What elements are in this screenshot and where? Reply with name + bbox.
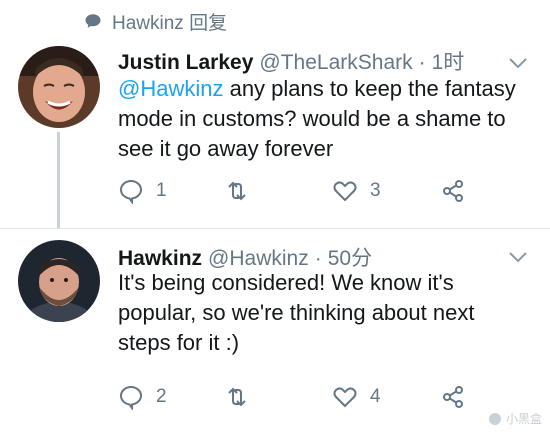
watermark-text: 小黑盒 <box>505 412 542 426</box>
author-name[interactable]: Justin Larkey <box>118 51 253 75</box>
like-count: 4 <box>370 386 381 407</box>
like-count: 3 <box>370 180 381 201</box>
share-button[interactable] <box>440 178 466 204</box>
retweet-icon <box>228 181 246 201</box>
tweet-text-segment: any plans to keep the fantasy <box>223 76 516 101</box>
speech-bubble-icon <box>85 14 101 28</box>
watermark-logo-icon <box>488 412 501 425</box>
chevron-down-icon[interactable] <box>508 56 528 70</box>
retweet-button[interactable] <box>224 384 262 410</box>
tweet-text: It's being considered! We know it's popu… <box>118 268 538 358</box>
reply-icon <box>119 385 143 410</box>
mention-link[interactable]: @Hawkinz <box>118 76 223 101</box>
reply-button[interactable]: 1 <box>118 178 167 204</box>
tweet-text-line-1: @Hawkinz any plans to keep the fantasy <box>118 74 538 104</box>
reply-count: 2 <box>156 386 167 407</box>
tweet-text-line-1: It's being considered! We know it's <box>118 270 454 295</box>
tweet-actions: 2 4 <box>118 384 478 414</box>
avatar-hawkinz[interactable] <box>18 240 100 322</box>
tweet-divider <box>0 228 550 229</box>
tweet-text-line-3: steps for it :) <box>118 330 240 355</box>
heart-icon <box>333 387 357 408</box>
avatar-image <box>18 46 100 128</box>
tweet-actions: 1 3 <box>118 178 478 208</box>
like-button[interactable]: 4 <box>332 384 381 410</box>
avatar-justin-larkey[interactable] <box>18 46 100 128</box>
tweet-text-line-2: popular, so we're thinking about next <box>118 300 475 325</box>
share-icon <box>443 386 463 408</box>
author-handle[interactable]: @TheLarkShark <box>259 51 412 75</box>
heart-icon <box>333 181 357 202</box>
like-button[interactable]: 3 <box>332 178 381 204</box>
tweet-text-line-2: mode in customs? would be a shame to <box>118 106 506 131</box>
watermark: 小黑盒 <box>488 410 542 427</box>
reply-count: 1 <box>156 180 167 201</box>
share-button[interactable] <box>440 384 466 410</box>
retweet-button[interactable] <box>224 178 262 204</box>
share-icon <box>443 180 463 202</box>
reply-icon <box>119 179 143 204</box>
avatar-image <box>18 240 100 322</box>
retweet-icon <box>228 387 246 407</box>
separator-dot: · <box>418 51 426 74</box>
chevron-down-icon[interactable] <box>508 250 528 264</box>
reply-context[interactable]: Hawkinz 回复 <box>84 8 227 34</box>
tweet-header: Justin Larkey @TheLarkShark · 1时 <box>118 46 464 76</box>
thread-line <box>57 132 60 228</box>
reply-context-label: Hawkinz 回复 <box>112 12 228 34</box>
tweet-text: @Hawkinz any plans to keep the fantasy m… <box>118 74 538 164</box>
reply-button[interactable]: 2 <box>118 384 167 410</box>
tweet-text-line-3: see it go away forever <box>118 136 334 161</box>
tweet-time[interactable]: 1时 <box>432 46 465 76</box>
